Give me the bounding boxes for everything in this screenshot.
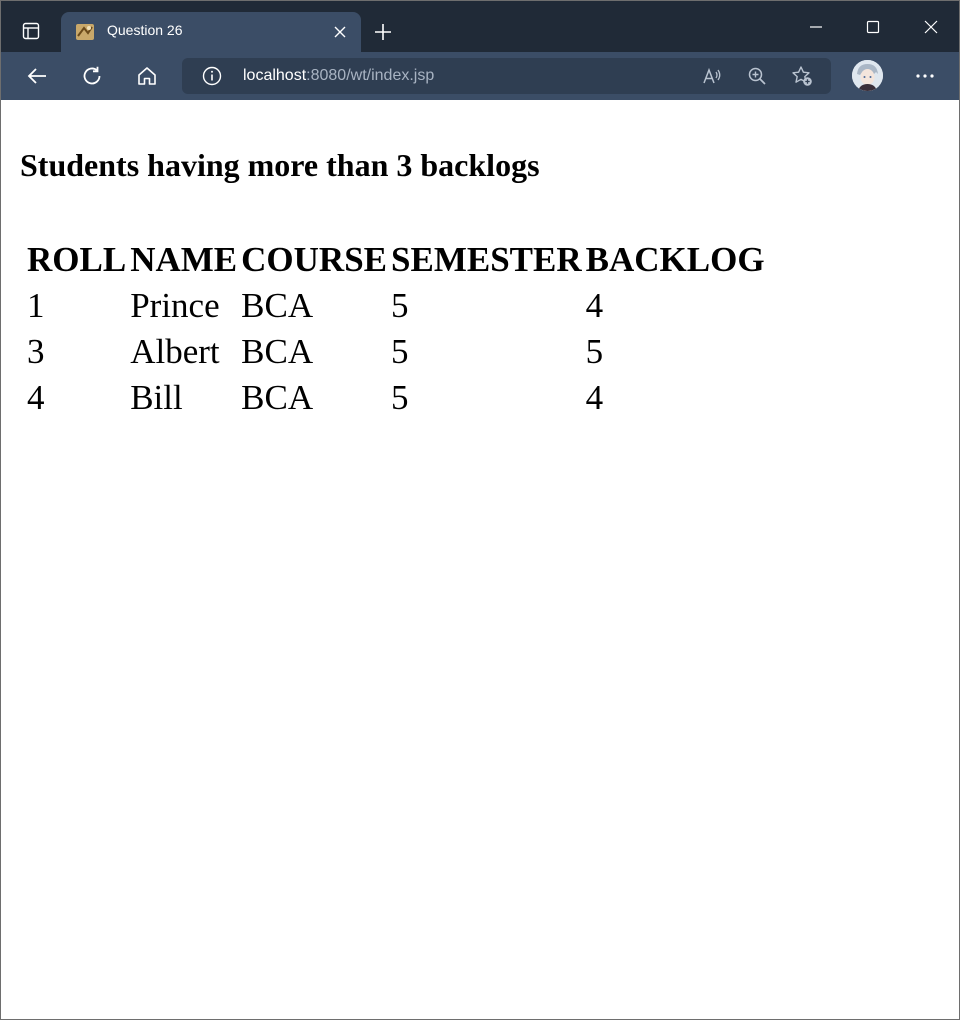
minimize-icon bbox=[810, 26, 822, 28]
cell-roll: 1 bbox=[27, 286, 45, 325]
window-close-button[interactable] bbox=[911, 9, 951, 45]
cell-name: Albert bbox=[130, 332, 220, 371]
column-header-backlog: BACKLOG bbox=[585, 240, 765, 279]
read-aloud-icon[interactable] bbox=[701, 65, 723, 87]
table-header-row: ROLL NAME COURSE SEMESTER BACKLOG bbox=[26, 238, 766, 282]
tab-actions-icon[interactable] bbox=[11, 13, 51, 49]
tab-strip: Question 26 bbox=[1, 1, 959, 52]
maximize-button[interactable] bbox=[853, 9, 893, 45]
url-host: localhost bbox=[243, 67, 307, 84]
url-path: :8080/wt/index.jsp bbox=[306, 67, 435, 84]
cell-course: BCA bbox=[241, 378, 314, 417]
backlog-table: ROLL NAME COURSE SEMESTER BACKLOG 1 Prin… bbox=[24, 236, 768, 422]
cell-name: Prince bbox=[130, 286, 220, 325]
refresh-button[interactable] bbox=[74, 59, 110, 93]
table-row: 1 Prince BCA 5 4 bbox=[26, 284, 766, 328]
column-header-name: NAME bbox=[130, 240, 238, 279]
zoom-in-icon[interactable] bbox=[746, 65, 768, 87]
cell-roll: 3 bbox=[27, 332, 45, 371]
toolbar: localhost:8080/wt/index.jsp bbox=[1, 52, 959, 100]
cell-backlog: 4 bbox=[585, 286, 604, 325]
table-row: 4 Bill BCA 5 4 bbox=[26, 376, 766, 420]
home-icon bbox=[138, 67, 156, 85]
add-favorite-icon[interactable] bbox=[791, 65, 813, 87]
address-bar[interactable]: localhost:8080/wt/index.jsp bbox=[182, 58, 831, 94]
column-header-course: COURSE bbox=[241, 240, 388, 279]
cell-semester: 5 bbox=[391, 378, 409, 417]
plus-icon bbox=[375, 24, 391, 40]
cell-name: Bill bbox=[130, 378, 183, 417]
cell-roll: 4 bbox=[27, 378, 45, 417]
browser-window: Question 26 localhost:8080/wt/index.jsp … bbox=[0, 0, 960, 1020]
url-text[interactable]: localhost:8080/wt/index.jsp bbox=[243, 67, 434, 85]
column-header-roll: ROLL bbox=[27, 240, 127, 279]
more-icon[interactable] bbox=[907, 60, 943, 92]
avatar[interactable] bbox=[852, 60, 883, 91]
column-header-semester: SEMESTER bbox=[391, 240, 582, 279]
refresh-icon bbox=[83, 66, 101, 85]
back-button[interactable] bbox=[19, 59, 55, 93]
tab-question-26[interactable]: Question 26 bbox=[61, 12, 361, 52]
cell-semester: 5 bbox=[391, 332, 409, 371]
page-heading: Students having more than 3 backlogs bbox=[20, 147, 540, 183]
cell-backlog: 5 bbox=[585, 332, 604, 371]
cell-course: BCA bbox=[241, 286, 314, 325]
arrow-left-icon bbox=[27, 68, 46, 84]
new-tab-button[interactable] bbox=[367, 16, 399, 48]
info-icon[interactable] bbox=[202, 66, 222, 86]
home-button[interactable] bbox=[129, 59, 165, 93]
cell-course: BCA bbox=[241, 332, 314, 371]
cell-semester: 5 bbox=[391, 286, 409, 325]
maximize-icon bbox=[866, 20, 880, 34]
close-icon[interactable] bbox=[331, 23, 349, 41]
favicon-icon bbox=[75, 22, 95, 42]
close-icon bbox=[924, 20, 938, 34]
cell-backlog: 4 bbox=[585, 378, 604, 417]
tab-title: Question 26 bbox=[107, 22, 183, 38]
table-row: 3 Albert BCA 5 5 bbox=[26, 330, 766, 374]
page-content: Students having more than 3 backlogs ROL… bbox=[1, 100, 959, 1019]
minimize-button[interactable] bbox=[796, 9, 836, 45]
